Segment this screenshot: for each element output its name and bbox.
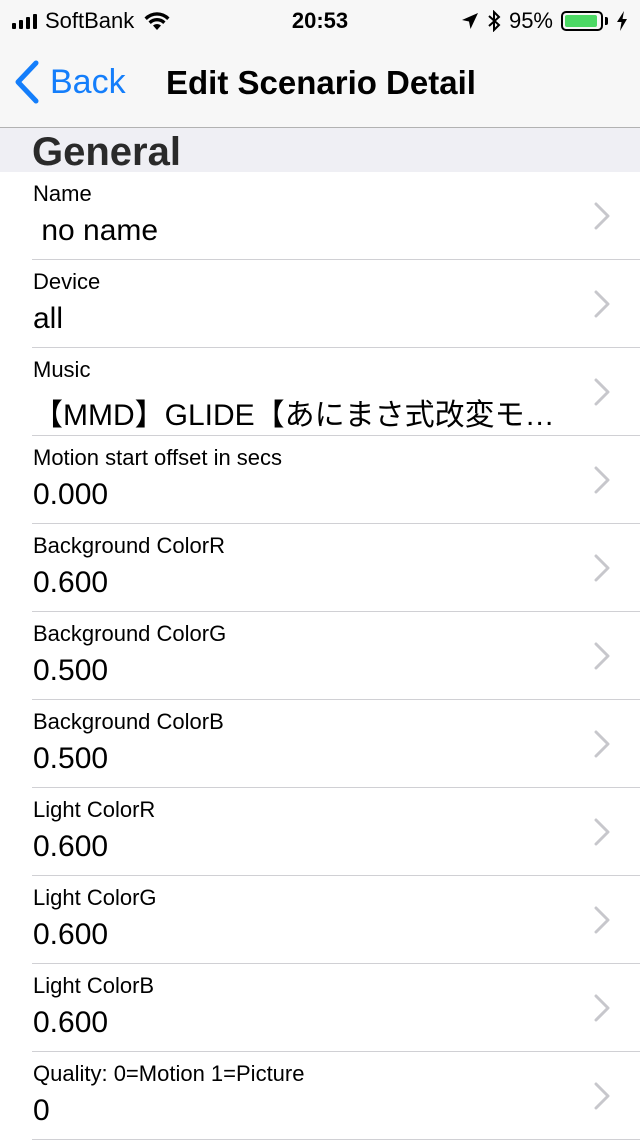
row-label: Music [33, 357, 91, 382]
row-value: 0.600 [33, 830, 109, 863]
row-value: 【MMD】GLIDE【あにまさ式改変モ… [33, 399, 555, 432]
row-light-color-b[interactable]: Light ColorB 0.600 [0, 964, 640, 1052]
row-background-color-b[interactable]: Background ColorB 0.500 [0, 700, 640, 788]
row-value: no name [33, 214, 159, 247]
row-label: Light ColorB [33, 973, 155, 998]
row-music[interactable]: Music 【MMD】GLIDE【あにまさ式改変モ… [0, 348, 640, 436]
row-label: Light ColorR [33, 797, 156, 822]
row-value: 0.600 [33, 1006, 109, 1039]
row-value: 0.500 [33, 654, 109, 687]
battery-icon [561, 11, 603, 31]
row-value: 0.500 [33, 742, 109, 775]
chevron-right-icon [594, 818, 610, 846]
row-label: Motion start offset in secs [33, 445, 283, 470]
chevron-right-icon [594, 730, 610, 758]
row-label: Background ColorG [33, 621, 227, 646]
chevron-right-icon [594, 554, 610, 582]
row-value: 0 [33, 1094, 50, 1127]
chevron-right-icon [594, 378, 610, 406]
battery-level-fill [565, 15, 597, 27]
charging-bolt-icon [617, 11, 627, 31]
row-background-color-g[interactable]: Background ColorG 0.500 [0, 612, 640, 700]
row-motion-start-offset[interactable]: Motion start offset in secs 0.000 [0, 436, 640, 524]
chevron-right-icon [594, 290, 610, 318]
row-value: 0.600 [33, 918, 109, 951]
back-button-label: Back [50, 62, 126, 101]
chevron-right-icon [594, 994, 610, 1022]
row-light-color-r[interactable]: Light ColorR 0.600 [0, 788, 640, 876]
chevron-right-icon [594, 642, 610, 670]
battery-percent: 95% [508, 8, 553, 33]
bluetooth-icon [488, 10, 501, 32]
row-name[interactable]: Name no name [0, 172, 640, 260]
settings-list: Name no name Device all Music 【MMD】GLIDE… [0, 172, 640, 1140]
row-label: Device [33, 269, 101, 294]
row-value: 0.000 [33, 478, 109, 511]
row-light-color-g[interactable]: Light ColorG 0.600 [0, 876, 640, 964]
row-value: all [33, 302, 64, 335]
chevron-right-icon [594, 1082, 610, 1110]
battery-nub [605, 17, 608, 25]
row-device[interactable]: Device all [0, 260, 640, 348]
row-label: Quality: 0=Motion 1=Picture [33, 1061, 305, 1086]
page-title: Edit Scenario Detail [166, 64, 476, 101]
chevron-right-icon [594, 466, 610, 494]
status-bar: SoftBank 20:53 95% [0, 0, 640, 40]
chevron-right-icon [594, 906, 610, 934]
row-label: Light ColorG [33, 885, 157, 910]
row-quality[interactable]: Quality: 0=Motion 1=Picture 0 [0, 1052, 640, 1140]
section-title: General [32, 130, 181, 174]
row-label: Background ColorR [33, 533, 225, 558]
chevron-right-icon [594, 202, 610, 230]
back-button[interactable]: Back [14, 60, 126, 104]
section-header-general: General [0, 128, 640, 174]
navigation-bar: Back Edit Scenario Detail [0, 40, 640, 128]
chevron-left-icon [15, 60, 39, 104]
row-value: 0.600 [33, 566, 109, 599]
status-right: 95% [461, 8, 628, 34]
location-arrow-icon [461, 13, 478, 29]
row-label: Name [33, 181, 92, 206]
row-background-color-r[interactable]: Background ColorR 0.600 [0, 524, 640, 612]
row-label: Background ColorB [33, 709, 224, 734]
